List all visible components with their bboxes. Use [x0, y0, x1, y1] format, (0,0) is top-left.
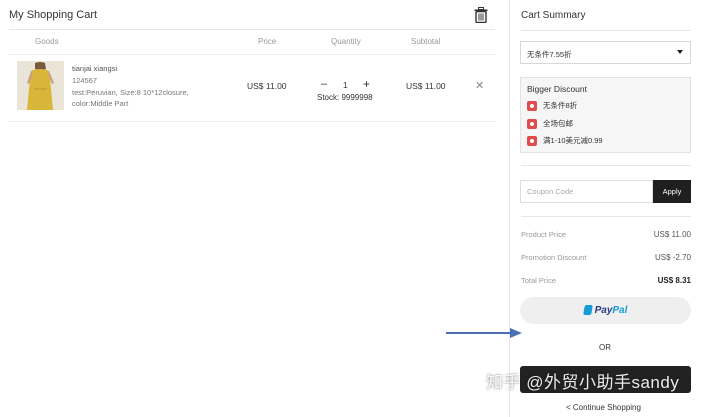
product-options: test:Peruvian, Size:8 10*12closure, — [72, 88, 189, 97]
product-subtotal: US$ 11.00 — [406, 81, 446, 91]
watermark-text: 知乎 @外贸小助手sandy — [486, 373, 680, 392]
product-color-option: color:Middle Part — [72, 99, 129, 108]
or-separator: OR — [599, 343, 611, 352]
product-thumbnail[interactable] — [17, 61, 64, 110]
total-price-value: US$ 8.31 — [657, 276, 691, 285]
header-divider — [9, 54, 495, 55]
continue-shopping-link[interactable]: < Continue Shopping — [566, 403, 641, 412]
product-price-label: Product Price — [521, 230, 567, 239]
paypal-logo-icon — [582, 305, 593, 316]
total-price-label: Total Price — [521, 276, 557, 285]
column-divider — [509, 0, 510, 417]
caret-down-icon — [677, 50, 683, 54]
cart-title: My Shopping Cart — [9, 9, 98, 21]
coupon-tag-icon — [527, 100, 537, 111]
title-divider — [9, 29, 495, 30]
discount-title: Bigger Discount — [527, 84, 588, 94]
summary-divider — [521, 30, 691, 31]
column-header-goods: Goods — [35, 37, 59, 46]
product-price-value: US$ 11.00 — [653, 230, 691, 239]
quantity-decrement-button[interactable]: – — [321, 78, 327, 90]
product-price: US$ 11.00 — [247, 81, 287, 91]
apply-button[interactable]: Apply — [653, 180, 691, 203]
summary-divider — [521, 165, 691, 166]
trash-icon[interactable] — [474, 7, 488, 23]
coupon-tag-icon — [527, 135, 537, 146]
discount-item: 满1-10美元减0.99 — [527, 135, 603, 146]
coupon-code-input[interactable] — [520, 180, 653, 203]
stock-label: Stock: 9999998 — [317, 93, 373, 102]
promotion-discount-label: Promotion Discount — [521, 253, 587, 262]
summary-divider — [521, 216, 691, 217]
paypal-button[interactable]: PayPal — [520, 297, 691, 324]
arrow-right-icon — [446, 328, 522, 338]
summary-title: Cart Summary — [521, 10, 586, 21]
coupon-tag-icon — [527, 118, 537, 129]
close-icon[interactable]: ✕ — [475, 79, 484, 92]
column-header-subtotal: Subtotal — [411, 37, 441, 46]
quantity-increment-button[interactable]: + — [363, 77, 370, 91]
product-sku: 124567 — [72, 76, 98, 85]
product-name[interactable]: tianjai xiangsi — [72, 64, 117, 73]
coupon-select-value: 无条件7.55折 — [527, 50, 572, 59]
column-header-price: Price — [258, 37, 277, 46]
discount-item: 全场包邮 — [527, 118, 573, 129]
column-header-quantity: Quantity — [331, 37, 361, 46]
discount-box: Bigger Discount 无条件8折 全场包邮 满1-10美元减0.99 — [520, 77, 691, 153]
product-image — [17, 61, 64, 110]
promotion-discount-value: US$ -2.70 — [654, 253, 691, 262]
row-divider — [9, 121, 495, 122]
quantity-value[interactable]: 1 — [343, 80, 348, 90]
coupon-select[interactable]: 无条件7.55折 — [520, 41, 691, 64]
discount-item: 无条件8折 — [527, 100, 577, 111]
